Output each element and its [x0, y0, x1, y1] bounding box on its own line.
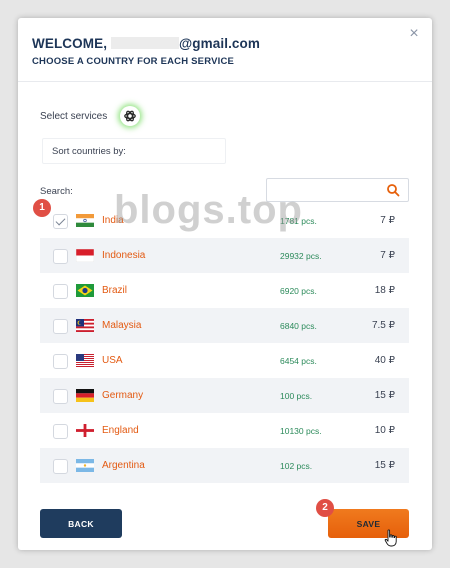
argentina-flag — [76, 459, 94, 472]
back-button[interactable]: BACK — [40, 509, 122, 538]
sort-countries-select[interactable]: Sort countries by: — [42, 138, 226, 164]
country-row-usa[interactable]: USA 6454 pcs. 40 ₽ — [40, 343, 409, 378]
modal-header: WELCOME, @gmail.com CHOOSE A COUNTRY FOR … — [18, 18, 432, 82]
germany-flag — [76, 389, 94, 402]
country-count: 6920 pcs. — [280, 286, 317, 296]
list-fade — [40, 492, 409, 506]
country-count: 100 pcs. — [280, 391, 313, 401]
country-count: 29932 pcs. — [280, 251, 322, 261]
email-suffix: @gmail.com — [179, 36, 260, 51]
country-price: 15 ₽ — [374, 390, 395, 401]
select-services-label: Select services — [40, 111, 108, 122]
country-price: 7.5 ₽ — [371, 320, 395, 331]
country-selection-modal: WELCOME, @gmail.com CHOOSE A COUNTRY FOR … — [18, 18, 432, 550]
country-count: 102 pcs. — [280, 461, 313, 471]
country-name: India — [102, 215, 124, 226]
checkbox-argentina[interactable] — [53, 459, 68, 474]
country-name: Indonesia — [102, 250, 146, 261]
step-badge-2: 2 — [316, 499, 334, 517]
india-flag — [76, 214, 94, 227]
checkbox-england[interactable] — [53, 424, 68, 439]
welcome-prefix: WELCOME, — [32, 36, 108, 51]
country-row-argentina[interactable]: Argentina 102 pcs. 15 ₽ — [40, 448, 409, 483]
country-row-malaysia[interactable]: Malaysia 6840 pcs. 7.5 ₽ — [40, 308, 409, 343]
country-price: 7 ₽ — [380, 215, 395, 226]
checkbox-malaysia[interactable] — [53, 319, 68, 334]
checkbox-india[interactable] — [53, 214, 68, 229]
country-name: Germany — [102, 390, 144, 401]
country-list: India 1781 pcs. 7 ₽ Indonesia 29932 pcs.… — [40, 203, 409, 493]
checkbox-brazil[interactable] — [53, 284, 68, 299]
country-name: Brazil — [102, 285, 128, 296]
country-name: Malaysia — [102, 320, 142, 331]
country-price: 18 ₽ — [374, 285, 395, 296]
welcome-title: WELCOME, @gmail.com — [32, 36, 260, 52]
search-icon[interactable] — [386, 183, 400, 197]
country-count: 10130 pcs. — [280, 426, 322, 436]
hand-cursor-icon — [384, 529, 397, 547]
close-icon[interactable]: × — [406, 26, 422, 42]
country-row-india[interactable]: India 1781 pcs. 7 ₽ — [40, 203, 409, 238]
country-name: USA — [102, 355, 123, 366]
country-row-england[interactable]: England 10130 pcs. 10 ₽ — [40, 413, 409, 448]
country-price: 10 ₽ — [374, 425, 395, 436]
country-row-brazil[interactable]: Brazil 6920 pcs. 18 ₽ — [40, 273, 409, 308]
malaysia-flag — [76, 319, 94, 332]
country-count: 6454 pcs. — [280, 356, 317, 366]
checkbox-usa[interactable] — [53, 354, 68, 369]
brazil-flag — [76, 284, 94, 297]
country-price: 40 ₽ — [374, 355, 395, 366]
checkbox-indonesia[interactable] — [53, 249, 68, 264]
openai-icon[interactable] — [120, 106, 140, 126]
usa-flag — [76, 354, 94, 367]
country-name: Argentina — [102, 460, 145, 471]
country-count: 6840 pcs. — [280, 321, 317, 331]
search-label: Search: — [40, 186, 73, 197]
country-price: 15 ₽ — [374, 460, 395, 471]
step-badge-1: 1 — [33, 199, 51, 217]
indonesia-flag — [76, 249, 94, 262]
checkbox-germany[interactable] — [53, 389, 68, 404]
country-row-indonesia[interactable]: Indonesia 29932 pcs. 7 ₽ — [40, 238, 409, 273]
email-redaction — [111, 37, 180, 49]
modal-subtitle: CHOOSE A COUNTRY FOR EACH SERVICE — [32, 56, 235, 67]
country-price: 7 ₽ — [380, 250, 395, 261]
country-row-germany[interactable]: Germany 100 pcs. 15 ₽ — [40, 378, 409, 413]
england-flag — [76, 424, 94, 437]
country-name: England — [102, 425, 139, 436]
country-count: 1781 pcs. — [280, 216, 317, 226]
